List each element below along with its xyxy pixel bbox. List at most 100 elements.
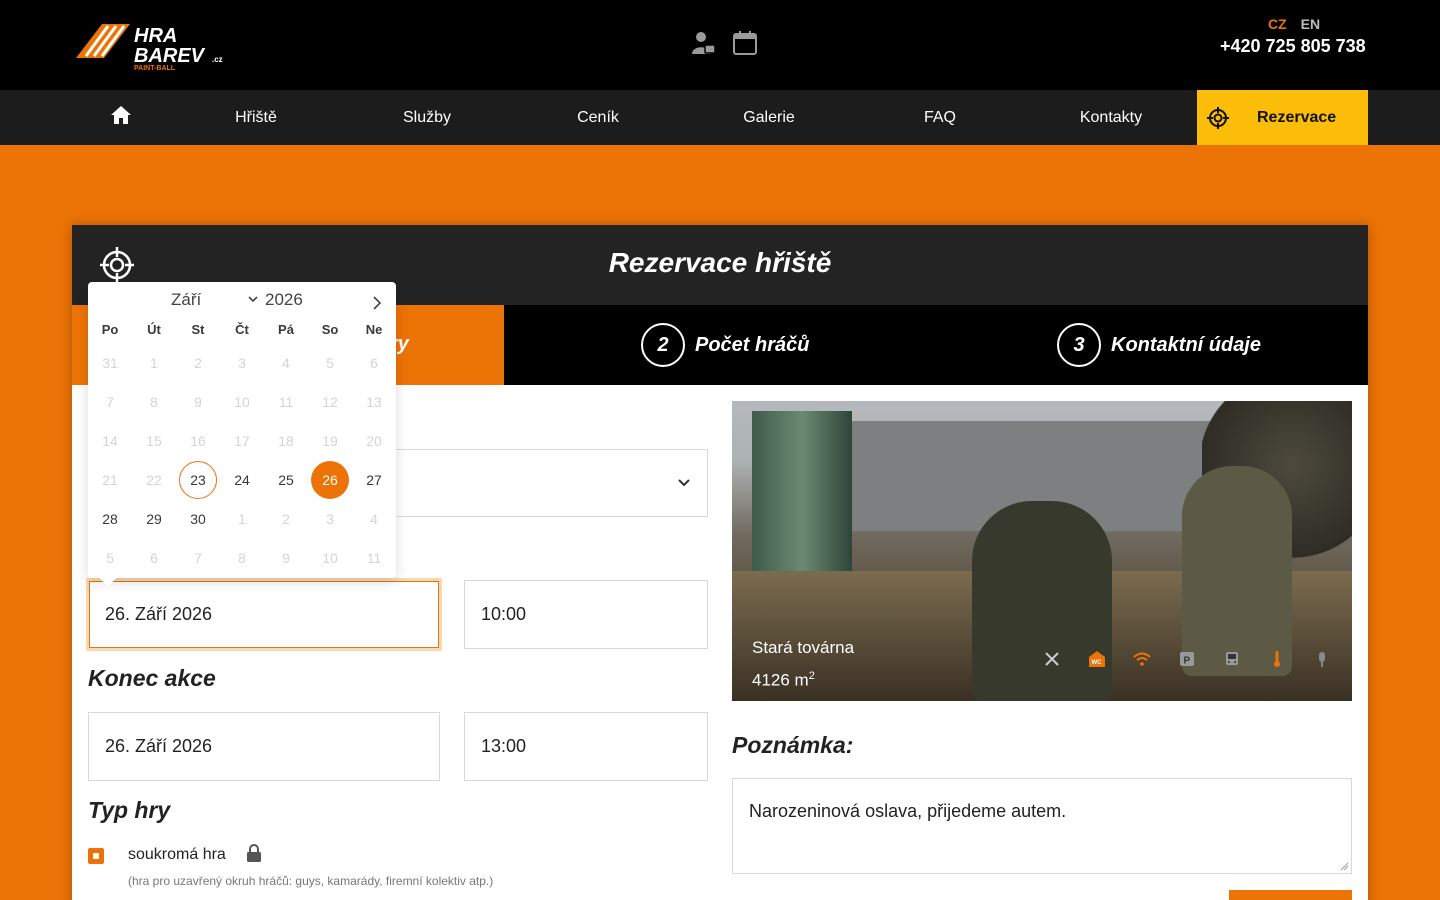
calendar-day: 31	[102, 355, 118, 371]
calendar-day[interactable]: 23	[179, 461, 217, 499]
lock-icon	[247, 844, 261, 862]
calendar-day: 21	[102, 472, 118, 488]
step-3-label: Kontaktní údaje	[1111, 333, 1262, 356]
heating-icon	[1274, 651, 1280, 667]
nav-item-kontakty[interactable]: Kontakty	[1031, 90, 1191, 145]
note-textarea[interactable]: Narozeninová oslava, přijedeme autem.	[732, 778, 1352, 874]
calendar-day: 6	[370, 355, 378, 371]
calendar-day: 5	[326, 355, 334, 371]
weekday-header: Čt	[235, 322, 249, 337]
resize-grip-icon[interactable]	[1339, 861, 1349, 871]
calendar-day[interactable]: 24	[223, 461, 261, 499]
main-nav: Hřiště Služby Ceník Galerie FAQ Kontakty…	[0, 90, 1440, 145]
end-time-input[interactable]: 13:00	[464, 712, 708, 781]
calendar-day[interactable]: 28	[91, 500, 129, 538]
wc-icon: WC	[1089, 651, 1105, 667]
microphone-icon	[1319, 652, 1325, 667]
weekday-header: Po	[101, 322, 119, 337]
step-3[interactable]: 3 Kontaktní údaje	[1057, 323, 1261, 367]
nav-item-hriste[interactable]: Hřiště	[176, 90, 336, 145]
calendar-day: 7	[106, 394, 114, 410]
calendar-day: 9	[194, 394, 202, 410]
calendar-day[interactable]: 27	[355, 461, 393, 499]
svg-text:BAREV: BAREV	[134, 45, 206, 67]
datepicker: Září 2026 Po Út St Čt Pá So Ne 31 1 2 3 4 5 6 7 8 9 10 11 1…	[88, 282, 396, 587]
nav-reservation-label: Rezervace	[1257, 108, 1337, 126]
nav-item-faq[interactable]: FAQ	[860, 90, 1020, 145]
venue-name: Stará továrna	[752, 638, 855, 657]
datepicker-month[interactable]: Září	[171, 290, 201, 310]
calendar-day: 1	[238, 511, 246, 527]
start-date-input[interactable]: 26. Září 2026	[86, 578, 442, 651]
phone-number[interactable]: +420 725 805 738	[1220, 36, 1366, 57]
venue-area: 4126 m	[752, 670, 809, 690]
calendar-day: 12	[322, 394, 338, 410]
venue-area-unit: 2	[808, 670, 815, 682]
nav-item-sluzby[interactable]: Služby	[347, 90, 507, 145]
chevron-down-icon[interactable]	[248, 295, 258, 303]
step-3-number: 3	[1057, 323, 1101, 367]
calendar-day: 10	[234, 394, 250, 410]
calendar-day: 15	[146, 433, 162, 449]
calendar-day: 18	[278, 433, 294, 449]
svg-text:.cz: .cz	[212, 55, 223, 64]
user-login-icon[interactable]	[692, 30, 716, 56]
calendar-day: 22	[146, 472, 162, 488]
calendar-icon[interactable]	[732, 30, 758, 56]
page-title: Rezervace hřiště	[608, 247, 832, 278]
calendar-day[interactable]: 25	[267, 461, 305, 499]
private-game-help: (hra pro uzavřený okruh hráčů: guys, kam…	[128, 874, 494, 888]
private-game-radio[interactable]	[88, 848, 104, 864]
chevron-right-icon[interactable]	[372, 296, 382, 310]
food-icon	[1045, 652, 1059, 666]
weekday-header: Ne	[365, 322, 383, 337]
svg-text:WC: WC	[1092, 660, 1103, 666]
calendar-day[interactable]: 26	[311, 461, 349, 499]
calendar-day: 14	[102, 433, 118, 449]
calendar-day: 5	[106, 550, 114, 566]
game-type-label: Typ hry	[88, 797, 171, 823]
calendar-day: 6	[150, 550, 158, 566]
weekday-header: So	[321, 322, 339, 337]
calendar-day: 9	[282, 550, 290, 566]
lang-cz[interactable]: CZ	[1268, 16, 1287, 32]
nav-item-galerie[interactable]: Galerie	[689, 90, 849, 145]
calendar-day: 11	[278, 394, 294, 410]
step-2-number: 2	[641, 323, 685, 367]
wifi-icon	[1133, 652, 1151, 666]
calendar-day: 20	[366, 433, 382, 449]
calendar-day: 19	[322, 433, 338, 449]
calendar-day: 1	[150, 355, 158, 371]
calendar-day: 8	[238, 550, 246, 566]
top-bar: HRA BAREV .cz PAINT-BALL CZ EN +420 725 …	[0, 0, 1440, 90]
end-label: Konec akce	[88, 665, 216, 691]
private-game-label[interactable]: soukromá hra	[128, 846, 226, 864]
calendar-day[interactable]: 30	[179, 500, 217, 538]
nav-item-cenik[interactable]: Ceník	[518, 90, 678, 145]
end-date-input[interactable]: 26. Září 2026	[88, 712, 440, 781]
step-2-label: Počet hráčů	[695, 333, 810, 356]
svg-text:P: P	[1184, 656, 1191, 667]
step-2[interactable]: 2 Počet hráčů	[641, 323, 809, 367]
calendar-day: 4	[370, 511, 378, 527]
calendar-day: 16	[190, 433, 206, 449]
weekday-header: Út	[147, 322, 161, 337]
lang-en[interactable]: EN	[1301, 16, 1320, 32]
calendar-day: 17	[234, 433, 250, 449]
chevron-down-icon	[678, 479, 690, 487]
datepicker-year[interactable]: 2026	[265, 290, 303, 310]
svg-text:HRA: HRA	[134, 25, 177, 47]
calendar-day: 10	[322, 550, 338, 566]
home-icon[interactable]	[110, 105, 132, 125]
start-time-input[interactable]: 10:00	[464, 580, 708, 649]
calendar-day: 11	[366, 550, 382, 566]
venue-caption: Stará továrna 4126 m2	[752, 634, 854, 695]
next-button[interactable]	[1229, 890, 1352, 900]
calendar-day[interactable]: 29	[135, 500, 173, 538]
nav-reservation-button[interactable]: Rezervace	[1197, 90, 1368, 145]
parking-icon: P	[1180, 652, 1194, 667]
logo[interactable]: HRA BAREV .cz PAINT-BALL	[72, 18, 232, 72]
weekday-header: St	[191, 322, 205, 337]
svg-text:PAINT-BALL: PAINT-BALL	[134, 65, 176, 72]
calendar-day: 13	[366, 394, 382, 410]
